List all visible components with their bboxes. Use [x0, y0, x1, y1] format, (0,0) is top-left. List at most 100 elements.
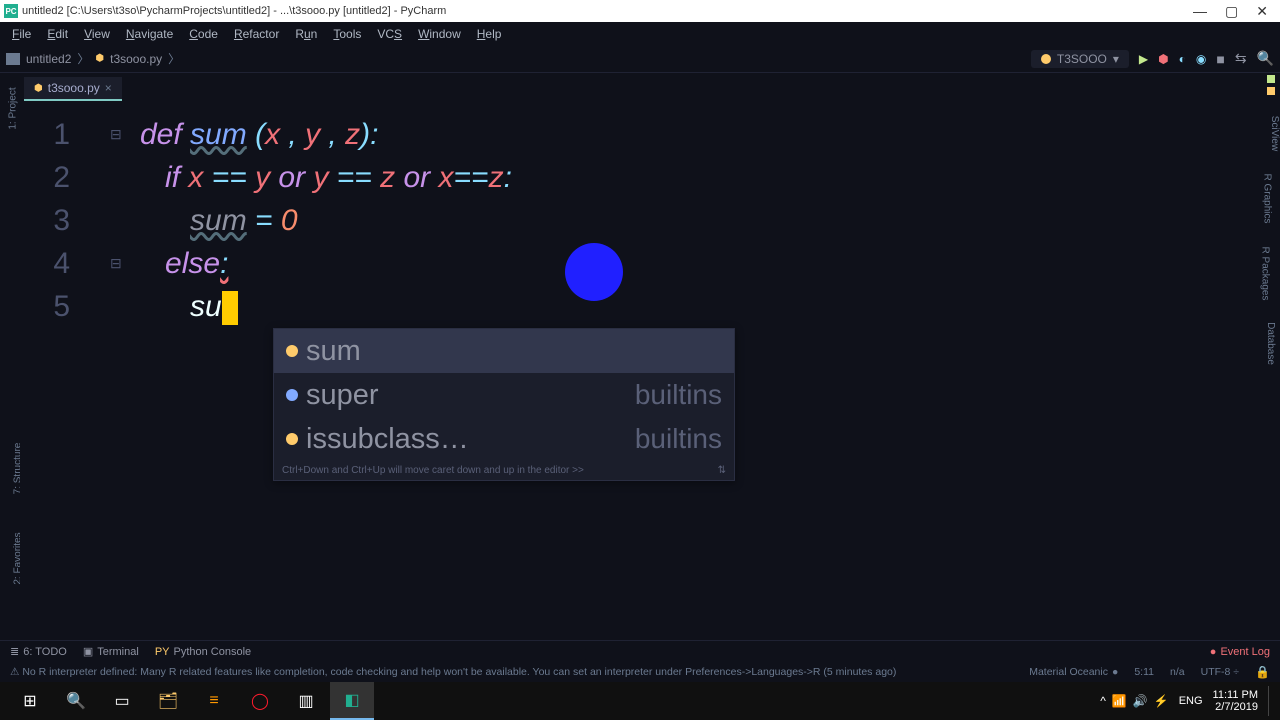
tool-rpackages[interactable]: R Packages [1260, 247, 1271, 301]
menu-refactor[interactable]: Refactor [226, 25, 287, 43]
profile-button[interactable]: ◉ [1196, 52, 1206, 66]
opera-button[interactable]: ◯ [238, 682, 282, 720]
explorer-button[interactable]: 🗂 [146, 682, 190, 720]
caret-position[interactable]: 5:11 [1134, 666, 1154, 678]
layout-button[interactable]: ⇆ [1235, 50, 1247, 67]
tool-project[interactable]: 1: Project [8, 87, 19, 129]
menu-window[interactable]: Window [410, 25, 469, 43]
readonly-icon[interactable]: 🔒 [1255, 665, 1270, 679]
editor-tabs: ⬢ t3sooo.py × [0, 73, 1280, 101]
breadcrumb-sep-icon: 〉 [168, 50, 180, 67]
run-config-name: T3SOOO [1057, 52, 1107, 66]
python-icon: ⬢ [95, 53, 104, 64]
tool-rgraphics[interactable]: R Graphics [1261, 173, 1272, 223]
line-number: 4 [20, 242, 70, 285]
tab-close-icon[interactable]: × [105, 81, 112, 95]
code-line: def sum (x , y , z): [140, 113, 512, 156]
menu-view[interactable]: View [76, 25, 118, 43]
autocomplete-item[interactable]: super builtins [274, 373, 734, 417]
show-desktop-button[interactable] [1268, 686, 1272, 716]
navbar: untitled2 〉 ⬢ t3sooo.py 〉 T3SOOO ▾ ▶ ⬢ ◐… [0, 45, 1280, 73]
line-number: 3 [20, 199, 70, 242]
line-sep[interactable]: n/a [1170, 666, 1185, 678]
autocomplete-popup: sum super builtins issubclass… builtins … [273, 328, 735, 481]
breadcrumb: untitled2 〉 ⬢ t3sooo.py 〉 [6, 50, 180, 67]
autocomplete-hint: Ctrl+Down and Ctrl+Up will move caret do… [274, 461, 734, 480]
window-titlebar: PC untitled2 [C:\Users\t3so\PycharmProje… [0, 0, 1280, 22]
kind-icon [286, 345, 298, 357]
menu-run[interactable]: Run [287, 25, 325, 43]
tool-terminal[interactable]: ▣ Terminal [83, 645, 139, 658]
code-line: if x == y or y == z or x==z: [140, 156, 512, 199]
breadcrumb-project[interactable]: untitled2 [26, 52, 71, 66]
tool-todo[interactable]: ≣ 6: TODO [10, 645, 67, 658]
menu-edit[interactable]: Edit [39, 25, 76, 43]
right-tool-strip: SciView R Graphics R Packages Database [1260, 73, 1280, 633]
config-icon [1041, 54, 1051, 64]
menu-code[interactable]: Code [181, 25, 226, 43]
breadcrumb-file[interactable]: t3sooo.py [110, 52, 162, 66]
app-button[interactable]: ▥ [284, 682, 328, 720]
encoding[interactable]: UTF-8 ÷ [1201, 666, 1239, 678]
menu-file[interactable]: File [4, 25, 39, 43]
taskview-button[interactable]: ▭ [100, 682, 144, 720]
code-line: sum = 0 [140, 199, 512, 242]
theme-indicator[interactable]: Material Oceanic ● [1029, 666, 1118, 678]
folder-icon [6, 53, 20, 65]
minimize-button[interactable]: — [1193, 3, 1207, 20]
bottom-tool-bar: ≣ 6: TODO ▣ Terminal PY Python Console ●… [0, 640, 1280, 662]
run-button[interactable]: ▶ [1139, 52, 1148, 66]
search-button[interactable]: 🔍 [54, 682, 98, 720]
tool-sciview[interactable]: SciView [1269, 116, 1280, 151]
system-tray[interactable]: ^ 📶 🔊 ⚡ [1100, 694, 1169, 708]
tab-label: t3sooo.py [48, 81, 100, 95]
fold-gutter: ⊟ ⊟ [110, 113, 130, 285]
menu-help[interactable]: Help [469, 25, 510, 43]
sublime-button[interactable]: ≡ [192, 682, 236, 720]
run-config-selector[interactable]: T3SOOO ▾ [1031, 50, 1129, 68]
menu-tools[interactable]: Tools [325, 25, 369, 43]
line-number: 2 [20, 156, 70, 199]
python-icon: ⬢ [34, 83, 43, 94]
cursor-highlight-icon [565, 243, 623, 301]
status-bar: ⚠ No R interpreter defined: Many R relat… [0, 662, 1280, 682]
code-area[interactable]: def sum (x , y , z): if x == y or y == z… [140, 113, 512, 328]
debug-button[interactable]: ⬢ [1158, 52, 1168, 66]
menu-vcs[interactable]: VCS [369, 25, 410, 43]
pycharm-button[interactable]: ◧ [330, 682, 374, 720]
breadcrumb-sep-icon: 〉 [77, 50, 89, 67]
menu-navigate[interactable]: Navigate [118, 25, 181, 43]
event-log-button[interactable]: ● Event Log [1210, 646, 1270, 658]
window-title: untitled2 [C:\Users\t3so\PycharmProjects… [22, 5, 1193, 17]
stop-button[interactable]: ■ [1216, 51, 1224, 67]
menubar: File Edit View Navigate Code Refactor Ru… [0, 22, 1280, 45]
maximize-button[interactable]: ▢ [1225, 3, 1238, 20]
inspection-ok-icon [1267, 75, 1275, 83]
windows-taskbar: ⊞ 🔍 ▭ 🗂 ≡ ◯ ▥ ◧ ^ 📶 🔊 ⚡ ENG 11:11 PM 2/7… [0, 682, 1280, 720]
fold-icon[interactable]: ⊟ [110, 242, 130, 285]
fold-icon[interactable]: ⊟ [110, 113, 130, 156]
clock[interactable]: 11:11 PM 2/7/2019 [1213, 689, 1258, 713]
line-number: 1 [20, 113, 70, 156]
kind-icon [286, 433, 298, 445]
left-tool-strip: 1: Project 7: Structure 2: Favorites [0, 73, 20, 633]
close-button[interactable]: ✕ [1256, 3, 1268, 20]
dropdown-icon: ▾ [1113, 52, 1119, 66]
coverage-button[interactable]: ◐ [1179, 52, 1186, 66]
autocomplete-item[interactable]: issubclass… builtins [274, 417, 734, 461]
caret [222, 291, 238, 325]
kind-icon [286, 389, 298, 401]
status-message: ⚠ No R interpreter defined: Many R relat… [10, 666, 896, 678]
autocomplete-item[interactable]: sum [274, 329, 734, 373]
run-toolbar: T3SOOO ▾ ▶ ⬢ ◐ ◉ ■ ⇆ 🔍 [1031, 50, 1274, 68]
search-button[interactable]: 🔍 [1257, 50, 1274, 67]
line-number: 5 [20, 285, 70, 328]
start-button[interactable]: ⊞ [8, 682, 52, 720]
language-indicator[interactable]: ENG [1179, 695, 1203, 707]
tool-python-console[interactable]: PY Python Console [155, 645, 251, 658]
tab-t3sooo[interactable]: ⬢ t3sooo.py × [24, 77, 122, 101]
code-line: else: [140, 242, 512, 285]
pycharm-icon: PC [4, 4, 18, 18]
tool-database[interactable]: Database [1265, 322, 1276, 365]
inspection-warn-icon [1267, 87, 1275, 95]
